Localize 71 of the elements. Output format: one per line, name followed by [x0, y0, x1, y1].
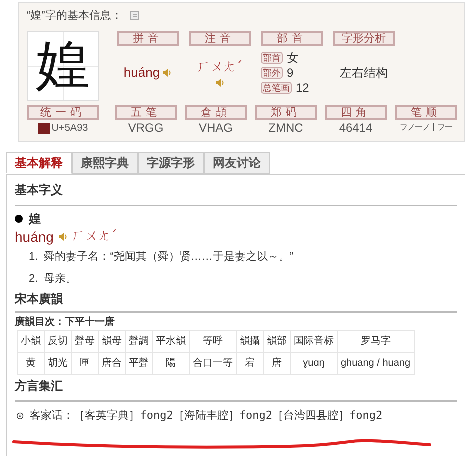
tag-label: 部外 — [261, 67, 283, 79]
section-heading: 方言集汇 — [15, 377, 457, 402]
structure-value: 左右结构 — [340, 65, 388, 82]
column-header: 国际音标 — [290, 330, 338, 352]
dialect-line: ◎ 客家话：［客英字典］fong2［海陆丰腔］fong2［台湾四县腔］fong2 — [16, 408, 384, 424]
table-cell: 陽 — [152, 352, 190, 374]
field-label: 拼音 — [117, 31, 179, 46]
field-label: 字形分析 — [333, 31, 395, 46]
field-label: 笔顺 — [395, 105, 457, 120]
code-value: 46414 — [339, 120, 373, 137]
table-cell: ghuang / huang — [338, 352, 414, 374]
list-number: 1. — [29, 250, 38, 265]
code-value: VRGG — [128, 120, 164, 137]
table-cell: 宕 — [236, 352, 264, 374]
column-header: 罗马字 — [338, 330, 414, 352]
speaker-icon[interactable] — [215, 78, 225, 88]
pinyin-text: huáng — [15, 228, 54, 247]
field-label: 五笔 — [115, 105, 177, 120]
column-header: 聲母 — [72, 330, 98, 352]
tab[interactable]: 康熙字典 — [72, 152, 138, 174]
radical-value: 女 — [287, 51, 299, 65]
definition-text: 舜的妻子名：“尧闻其（舜）贤……于是妻之以～。” — [44, 250, 294, 265]
tab[interactable]: 基本解释 — [6, 152, 72, 174]
column-header: 韻部 — [264, 330, 290, 352]
zhuyin-text: ㄏㄨㄤˊ — [197, 59, 243, 78]
field-label: 倉頡 — [185, 105, 247, 120]
table-cell: 唐合 — [98, 352, 126, 374]
table-cell: 黄 — [18, 352, 44, 374]
field-label: 部首 — [261, 31, 323, 46]
definition-text: 母亲。 — [44, 272, 78, 287]
column-header: 反切 — [44, 330, 72, 352]
table-cell: 唐 — [264, 352, 290, 374]
field-label: 统一码 — [27, 105, 99, 120]
entry-character: 媓 — [29, 211, 41, 228]
tab[interactable]: 字源字形 — [138, 152, 204, 174]
speaker-icon[interactable] — [58, 232, 68, 242]
radical-value: 9 — [287, 66, 294, 80]
info-title: “媓”字的基本信息： — [27, 8, 122, 24]
bullet-icon — [15, 215, 23, 223]
tag-label: 总笔画 — [261, 82, 292, 94]
code-value: U+5A93 — [52, 122, 88, 136]
column-header: 小韻 — [18, 330, 44, 352]
unicode-icon — [38, 122, 50, 134]
column-header: 韻攝 — [236, 330, 264, 352]
code-value: VHAG — [198, 120, 233, 137]
large-character: 媓 — [36, 39, 90, 93]
subheading: 廣韻目次：下平十一唐 — [15, 315, 116, 330]
list-number: 2. — [29, 272, 38, 287]
speaker-icon[interactable] — [162, 68, 172, 78]
tab[interactable]: 网友讨论 — [204, 152, 270, 174]
pinyin-text: huáng — [124, 64, 160, 82]
column-header: 等呼 — [190, 330, 236, 352]
section-heading: 基本字义 — [15, 181, 457, 206]
field-label: 四角 — [325, 105, 387, 120]
table-cell: 匣 — [72, 352, 98, 374]
code-value: フノ一ノ丨フ一 — [400, 122, 452, 134]
table-cell: 平聲 — [126, 352, 152, 374]
field-label: 郑码 — [255, 105, 317, 120]
table-cell: ɣuɑŋ — [290, 352, 338, 374]
radical-value: 12 — [296, 81, 310, 95]
tag-label: 部首 — [261, 52, 283, 64]
field-label: 注音 — [189, 31, 251, 46]
copy-icon[interactable] — [130, 11, 140, 21]
column-header: 平水韻 — [152, 330, 190, 352]
code-value: ZMNC — [268, 120, 304, 137]
column-header: 韻母 — [98, 330, 126, 352]
table-cell: 合口一等 — [190, 352, 236, 374]
table-cell: 胡光 — [44, 352, 72, 374]
column-header: 聲調 — [126, 330, 152, 352]
section-heading: 宋本廣韻 — [15, 290, 457, 313]
zhuyin-text: ㄏㄨㄤˊ — [72, 228, 118, 246]
